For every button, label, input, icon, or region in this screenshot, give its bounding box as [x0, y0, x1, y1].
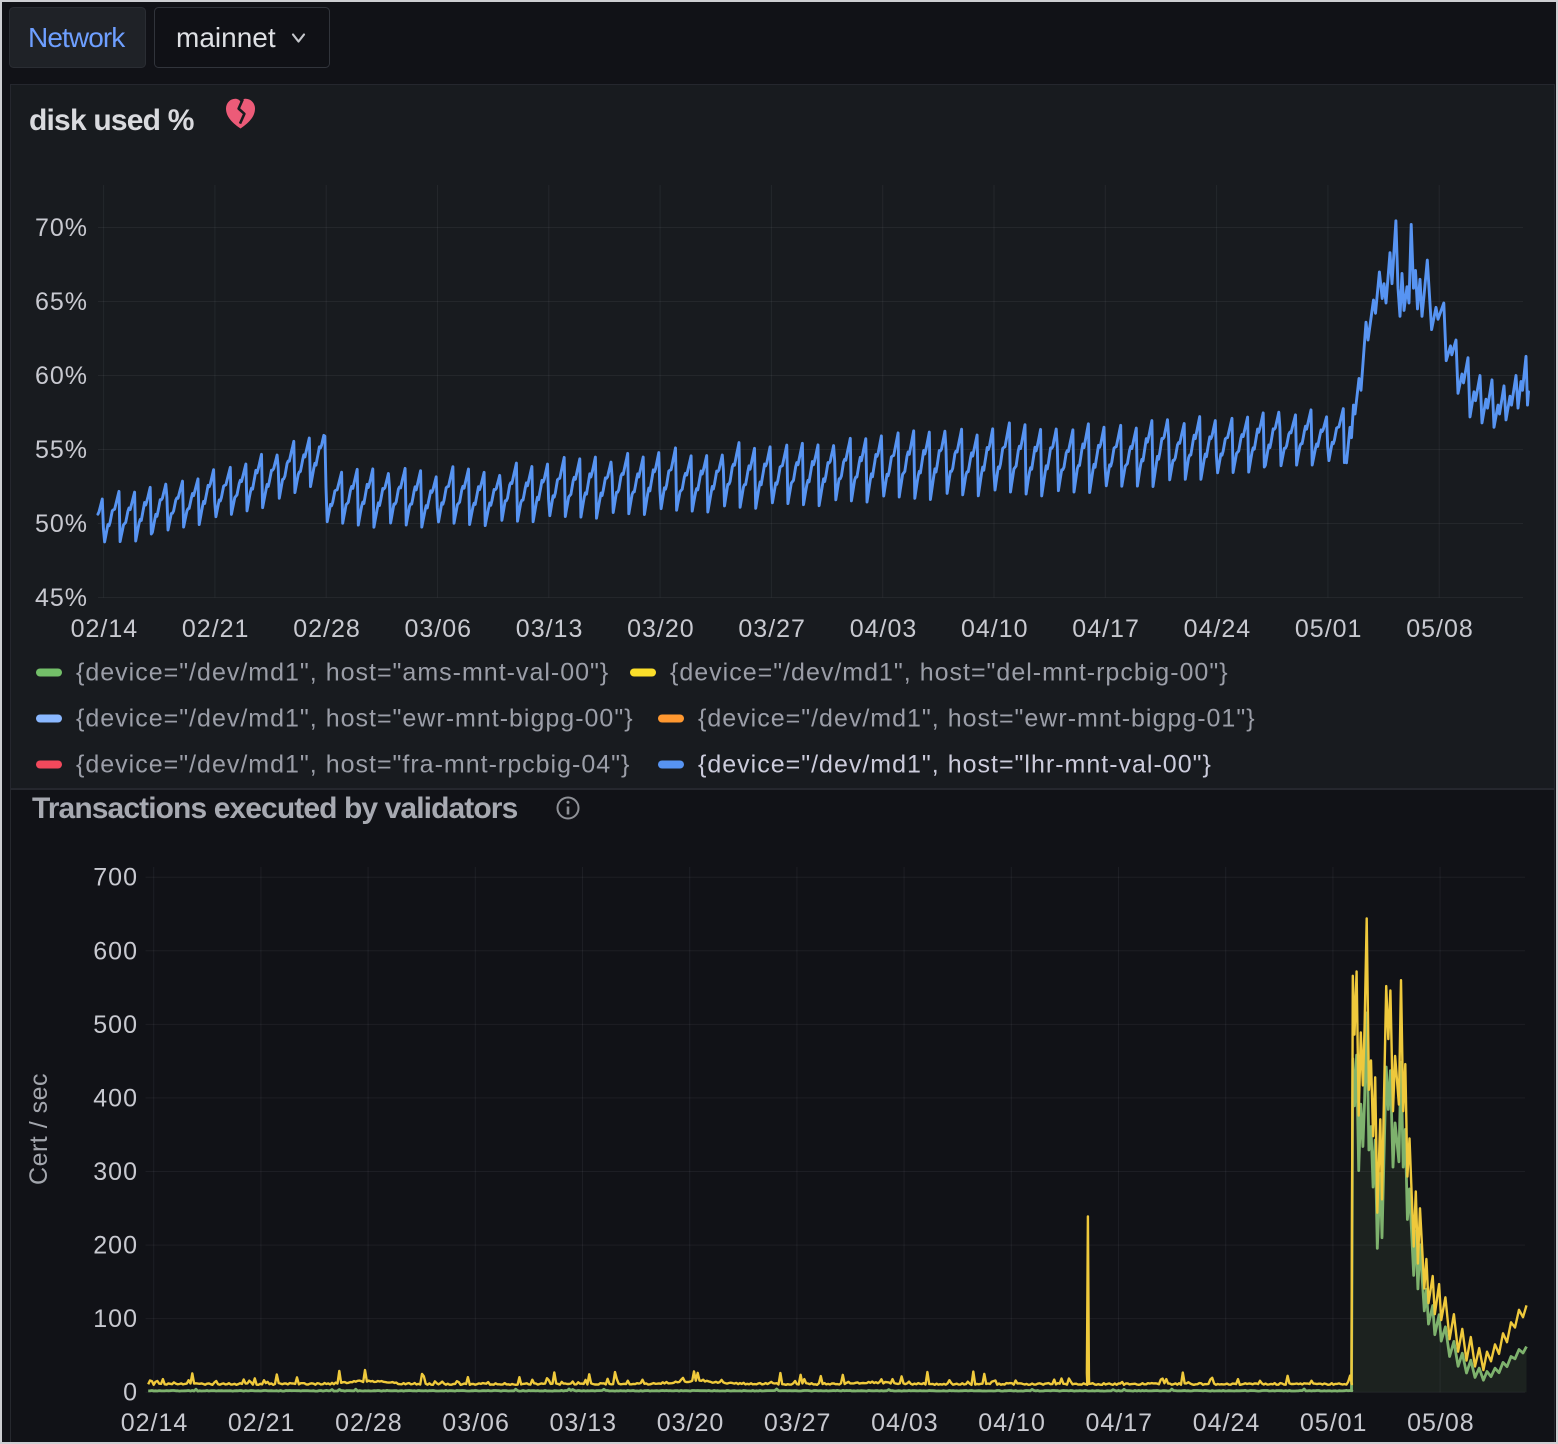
svg-text:04/24: 04/24 — [1184, 615, 1252, 643]
svg-text:{device="/dev/md1", host="ams-: {device="/dev/md1", host="ams-mnt-val-00… — [76, 659, 609, 687]
svg-text:Transactions executed by valid: Transactions executed by validators — [32, 792, 518, 825]
svg-text:04/17: 04/17 — [1086, 1409, 1154, 1437]
svg-text:03/27: 03/27 — [764, 1409, 832, 1437]
svg-text:04/17: 04/17 — [1072, 615, 1140, 643]
svg-text:{device="/dev/md1", host="fra-: {device="/dev/md1", host="fra-mnt-rpcbig… — [76, 751, 630, 779]
svg-text:03/20: 03/20 — [627, 615, 695, 643]
svg-text:45%: 45% — [35, 584, 88, 612]
svg-text:02/21: 02/21 — [228, 1409, 296, 1437]
svg-text:Cert / sec: Cert / sec — [25, 1073, 53, 1185]
svg-text:02/28: 02/28 — [293, 615, 361, 643]
svg-text:500: 500 — [93, 1011, 138, 1039]
svg-text:50%: 50% — [35, 510, 88, 538]
svg-text:04/03: 04/03 — [871, 1409, 939, 1437]
svg-text:{device="/dev/md1", host="ewr-: {device="/dev/md1", host="ewr-mnt-bigpg-… — [76, 705, 634, 733]
svg-text:300: 300 — [93, 1158, 138, 1186]
svg-text:600: 600 — [93, 937, 138, 965]
svg-text:0: 0 — [123, 1379, 138, 1407]
svg-text:02/14: 02/14 — [121, 1409, 189, 1437]
svg-text:05/08: 05/08 — [1406, 615, 1474, 643]
svg-text:65%: 65% — [35, 288, 88, 316]
svg-text:400: 400 — [93, 1084, 138, 1112]
svg-text:100: 100 — [93, 1305, 138, 1333]
svg-text:70%: 70% — [35, 214, 88, 242]
svg-text:disk used %: disk used % — [29, 104, 194, 137]
svg-text:60%: 60% — [35, 362, 88, 390]
svg-text:200: 200 — [93, 1232, 138, 1260]
svg-text:{device="/dev/md1", host="del-: {device="/dev/md1", host="del-mnt-rpcbig… — [670, 659, 1229, 687]
svg-text:03/06: 03/06 — [442, 1409, 510, 1437]
svg-text:03/13: 03/13 — [550, 1409, 618, 1437]
svg-text:03/06: 03/06 — [405, 615, 473, 643]
svg-text:05/01: 05/01 — [1300, 1409, 1368, 1437]
svg-text:55%: 55% — [35, 436, 88, 464]
svg-text:03/27: 03/27 — [738, 615, 806, 643]
svg-text:02/14: 02/14 — [71, 615, 139, 643]
svg-text:Network: Network — [28, 22, 126, 53]
svg-text:04/10: 04/10 — [978, 1409, 1046, 1437]
svg-text:700: 700 — [93, 864, 138, 892]
svg-text:05/01: 05/01 — [1295, 615, 1363, 643]
svg-text:02/21: 02/21 — [182, 615, 250, 643]
svg-text:04/10: 04/10 — [961, 615, 1029, 643]
svg-text:05/08: 05/08 — [1407, 1409, 1475, 1437]
svg-text:mainnet: mainnet — [176, 22, 276, 53]
svg-text:{device="/dev/md1", host="ewr-: {device="/dev/md1", host="ewr-mnt-bigpg-… — [698, 705, 1256, 733]
svg-text:{device="/dev/md1", host="lhr-: {device="/dev/md1", host="lhr-mnt-val-00… — [698, 751, 1212, 779]
svg-text:04/24: 04/24 — [1193, 1409, 1261, 1437]
svg-text:03/13: 03/13 — [516, 615, 584, 643]
svg-text:02/28: 02/28 — [335, 1409, 403, 1437]
svg-text:03/20: 03/20 — [657, 1409, 725, 1437]
svg-text:04/03: 04/03 — [850, 615, 918, 643]
